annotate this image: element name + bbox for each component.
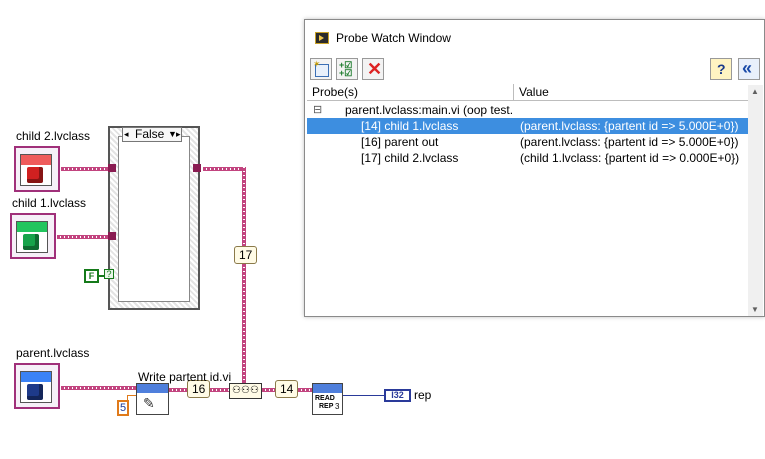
probe-value: (parent.lvclass: {partent id => 5.000E+0… [520,135,739,149]
delete-probe-button[interactable]: ✕ [362,58,384,80]
case-selector-terminal: ? [104,269,114,279]
child1-band [17,222,47,232]
read-rep-text-3: 3 [335,402,340,411]
labview-app-icon [315,32,329,44]
play-icon [319,35,324,41]
parent-band [21,372,51,382]
collapse-toggle-icon[interactable]: ⊟ [313,102,322,118]
case-frame-interior [118,136,190,302]
child2-band [21,155,51,165]
case-selector[interactable]: ◂ False ▼ ▸ [122,127,182,142]
case-structure[interactable] [108,126,200,310]
column-header-probes-label: Probe(s) [312,85,359,99]
sparkle-icon: ✶ [313,59,321,69]
collapse-button[interactable]: « [738,58,760,80]
i32-indicator-label: I32 [391,390,404,400]
probe-row-14[interactable]: [14] child 1.lvclass (parent.lvclass: {p… [307,118,748,134]
pencil-icon: ✎ [143,395,155,411]
increment-arrow-icon[interactable]: ▸ [176,129,181,140]
probe-value: (child 1.lvclass: {partent id => 0.000E+… [520,151,740,165]
read-rep-text-2: REP [319,403,334,410]
title-bar[interactable]: Probe Watch Window [305,20,764,56]
cube-icon [23,234,39,250]
read-rep-text-1: READ [315,395,335,402]
cube-icon [27,384,43,400]
read-rep-banner [313,384,342,393]
new-probe-button[interactable]: ✶ [310,58,332,80]
wire-child2[interactable] [61,167,111,171]
double-chevron-left-icon: « [742,58,753,78]
subvi-banner [137,384,168,393]
decrement-arrow-icon[interactable]: ◂ [124,129,130,140]
probe-14-tag[interactable]: 14 [275,380,299,398]
scroll-up-icon[interactable]: ▲ [751,87,759,96]
probe-name: [14] child 1.lvclass [361,119,459,133]
probe-name: [16] parent out [361,135,439,149]
rep-label: rep [414,388,432,402]
i32-indicator[interactable]: I32 [384,389,411,402]
wire-parent[interactable] [61,386,137,390]
parent-class-constant[interactable] [14,363,60,409]
child1-class-constant[interactable] [10,213,56,259]
tunnel-child2 [108,164,116,172]
probe-watch-window[interactable]: Probe Watch Window ✶ +☑ +☑ ✕ ? « Probe(s)… [304,19,765,317]
cube-icon [27,167,43,183]
child2-class-constant[interactable] [14,146,60,192]
close-icon: ✕ [367,59,383,79]
tunnel-out [193,164,201,172]
select-probes-button[interactable]: +☑ +☑ [336,58,358,80]
probe-name: [17] child 2.lvclass [361,151,459,165]
probe-row-17[interactable]: [17] child 2.lvclass (child 1.lvclass: {… [307,150,748,166]
wire-out-top[interactable] [203,167,243,171]
wire-bool[interactable] [99,275,105,277]
tree-root-label: parent.lvclass:main.vi (oop test. [345,103,514,117]
child1-class-label: child 1.lvclass [12,196,87,210]
scroll-down-icon[interactable]: ▼ [751,305,759,314]
help-icon: ? [717,61,726,77]
class-hierarchy-icon: ⚇⚇⚇ [232,385,259,396]
window-title: Probe Watch Window [336,31,451,45]
vertical-scrollbar[interactable]: ▲ ▼ [748,85,763,316]
tree-root-row[interactable]: ⊟ parent.lvclass:main.vi (oop test. [307,102,748,118]
subvi-read-rep[interactable]: READ REP 3 [312,383,343,415]
child2-class-label: child 2.lvclass [16,129,91,143]
wire-i32[interactable] [343,395,385,396]
tunnel-child1 [108,232,116,240]
subvi-write-parent-id[interactable]: ✎ [136,383,169,415]
help-button[interactable]: ? [710,58,732,80]
probe-17-tag[interactable]: 17 [234,246,258,264]
column-header-value[interactable]: Value [514,84,748,101]
probe-row-16[interactable]: [16] parent out (parent.lvclass: {parten… [307,134,748,150]
case-selector-label: False [135,127,165,141]
numeric-constant[interactable]: 5 [117,400,129,416]
to-more-specific-class-node[interactable]: ⚇⚇⚇ [229,383,262,399]
column-header-probes[interactable]: Probe(s) [307,84,514,101]
checklist-icon: +☑ +☑ [339,60,353,78]
wire-child1[interactable] [57,235,111,239]
boolean-constant[interactable]: F [84,269,99,283]
column-header-value-label: Value [519,85,549,99]
wire-out-vertical[interactable] [242,167,246,387]
probe-value: (parent.lvclass: {partent id => 5.000E+0… [520,119,739,133]
parent-class-label: parent.lvclass [16,346,90,360]
subvi-label: Write partent id.vi [138,370,232,384]
